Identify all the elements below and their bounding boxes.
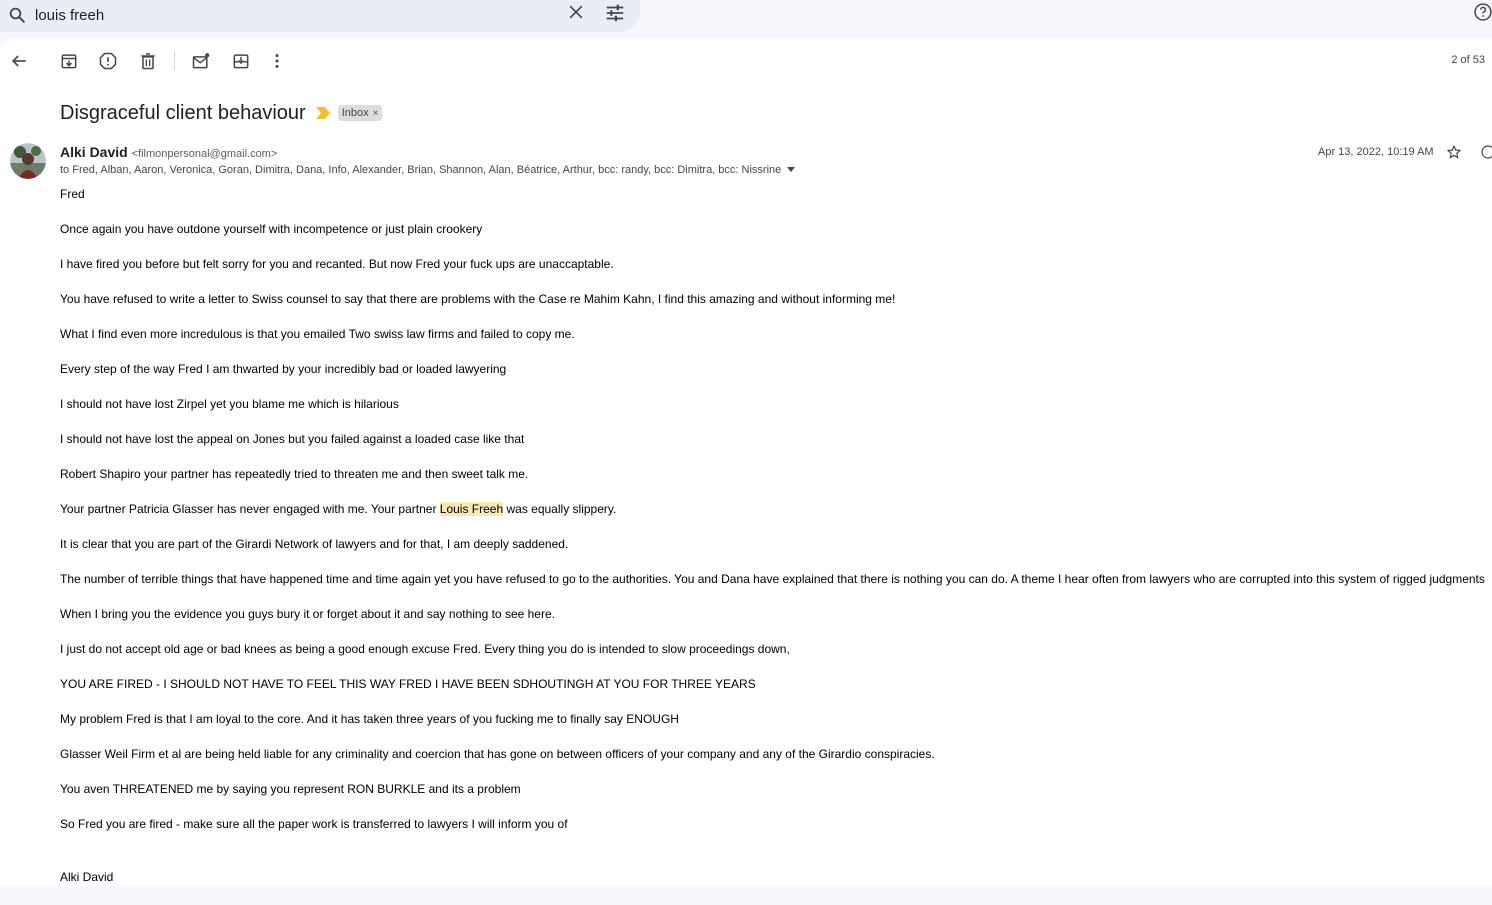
subject-row: Disgraceful client behaviour Inbox ×	[60, 100, 383, 126]
emoji-icon[interactable]	[1480, 144, 1492, 160]
body-paragraph: Robert Shapiro your partner has repeated…	[60, 467, 529, 481]
avatar[interactable]	[10, 143, 46, 179]
star-icon[interactable]	[1446, 144, 1462, 160]
remove-label-icon[interactable]: ×	[373, 108, 379, 119]
body-paragraph: Fred	[60, 187, 85, 201]
body-paragraph: When I bring you the evidence you guys b…	[60, 607, 555, 621]
email-body: Fred Once again you have outdone yoursel…	[60, 187, 1485, 905]
label-chip-text: Inbox	[341, 107, 369, 119]
search-icon[interactable]	[8, 6, 26, 24]
close-icon[interactable]	[566, 2, 586, 22]
email-date: Apr 13, 2022, 10:19 AM	[1318, 146, 1434, 158]
chevron-down-icon[interactable]	[787, 167, 796, 173]
sender-email: <filmonpersonal@gmail.com>	[131, 148, 278, 160]
important-marker-icon[interactable]	[315, 107, 330, 119]
recipients-line: to Fred, Alban, Aaron, Veronica, Goran, …	[60, 164, 796, 176]
arrow-back-icon[interactable]	[9, 51, 29, 71]
email-subject: Disgraceful client behaviour	[60, 101, 306, 124]
archive-icon[interactable]	[59, 51, 79, 71]
body-paragraph: You have refused to write a letter to Sw…	[60, 292, 896, 306]
email-view-panel: 2 of 53 Disgraceful client behaviour Inb…	[0, 38, 1492, 886]
body-text: was equally slippery.	[503, 502, 617, 516]
body-paragraph: YOU ARE FIRED - I SHOULD NOT HAVE TO FEE…	[60, 677, 756, 691]
move-to-icon[interactable]	[231, 51, 251, 71]
body-paragraph: Glasser Weil Firm et al are being held l…	[60, 747, 935, 761]
help-icon[interactable]	[1473, 2, 1492, 22]
toolbar-divider	[174, 52, 175, 70]
message-counter: 2 of 53	[1451, 54, 1485, 66]
body-paragraph: You aven THREATENED me by saying you rep…	[60, 782, 521, 796]
body-text: Your partner Patricia Glasser has never …	[60, 502, 440, 516]
sender-name[interactable]: Alki David	[60, 144, 128, 160]
report-spam-icon[interactable]	[98, 51, 118, 71]
body-paragraph: Once again you have outdone yourself wit…	[60, 222, 483, 236]
body-paragraph: I have fired you before but felt sorry f…	[60, 257, 614, 271]
body-paragraph-highlight: Your partner Patricia Glasser has never …	[60, 502, 1480, 537]
sender-info: Alki David <filmonpersonal@gmail.com>	[60, 144, 277, 160]
body-paragraph: I should not have lost Zirpel yet you bl…	[60, 397, 399, 411]
body-paragraph: The number of terrible things that have …	[60, 572, 1485, 586]
trash-icon[interactable]	[138, 51, 158, 71]
body-paragraph: Every step of the way Fred I am thwarted…	[60, 362, 507, 376]
tune-icon[interactable]	[604, 2, 626, 24]
mark-unread-icon[interactable]	[191, 51, 211, 71]
body-paragraph: It is clear that you are part of the Gir…	[60, 537, 569, 551]
more-vert-icon[interactable]	[267, 51, 287, 71]
search-bar	[0, 0, 640, 32]
label-chip-inbox[interactable]: Inbox ×	[337, 105, 383, 121]
body-paragraph: I just do not accept old age or bad knee…	[60, 642, 790, 656]
body-paragraph: I should not have lost the appeal on Jon…	[60, 432, 525, 446]
bottom-strip	[0, 886, 1492, 900]
recipients-text: to Fred, Alban, Aaron, Veronica, Goran, …	[60, 164, 782, 176]
search-input[interactable]	[35, 4, 535, 26]
body-paragraph: So Fred you are fired - make sure all th…	[60, 817, 568, 831]
body-paragraph: My problem Fred is that I am loyal to th…	[60, 712, 679, 726]
body-paragraph: What I find even more incredulous is tha…	[60, 327, 575, 341]
search-highlight: Louis Freeh	[439, 502, 504, 516]
top-bar	[0, 0, 1492, 38]
